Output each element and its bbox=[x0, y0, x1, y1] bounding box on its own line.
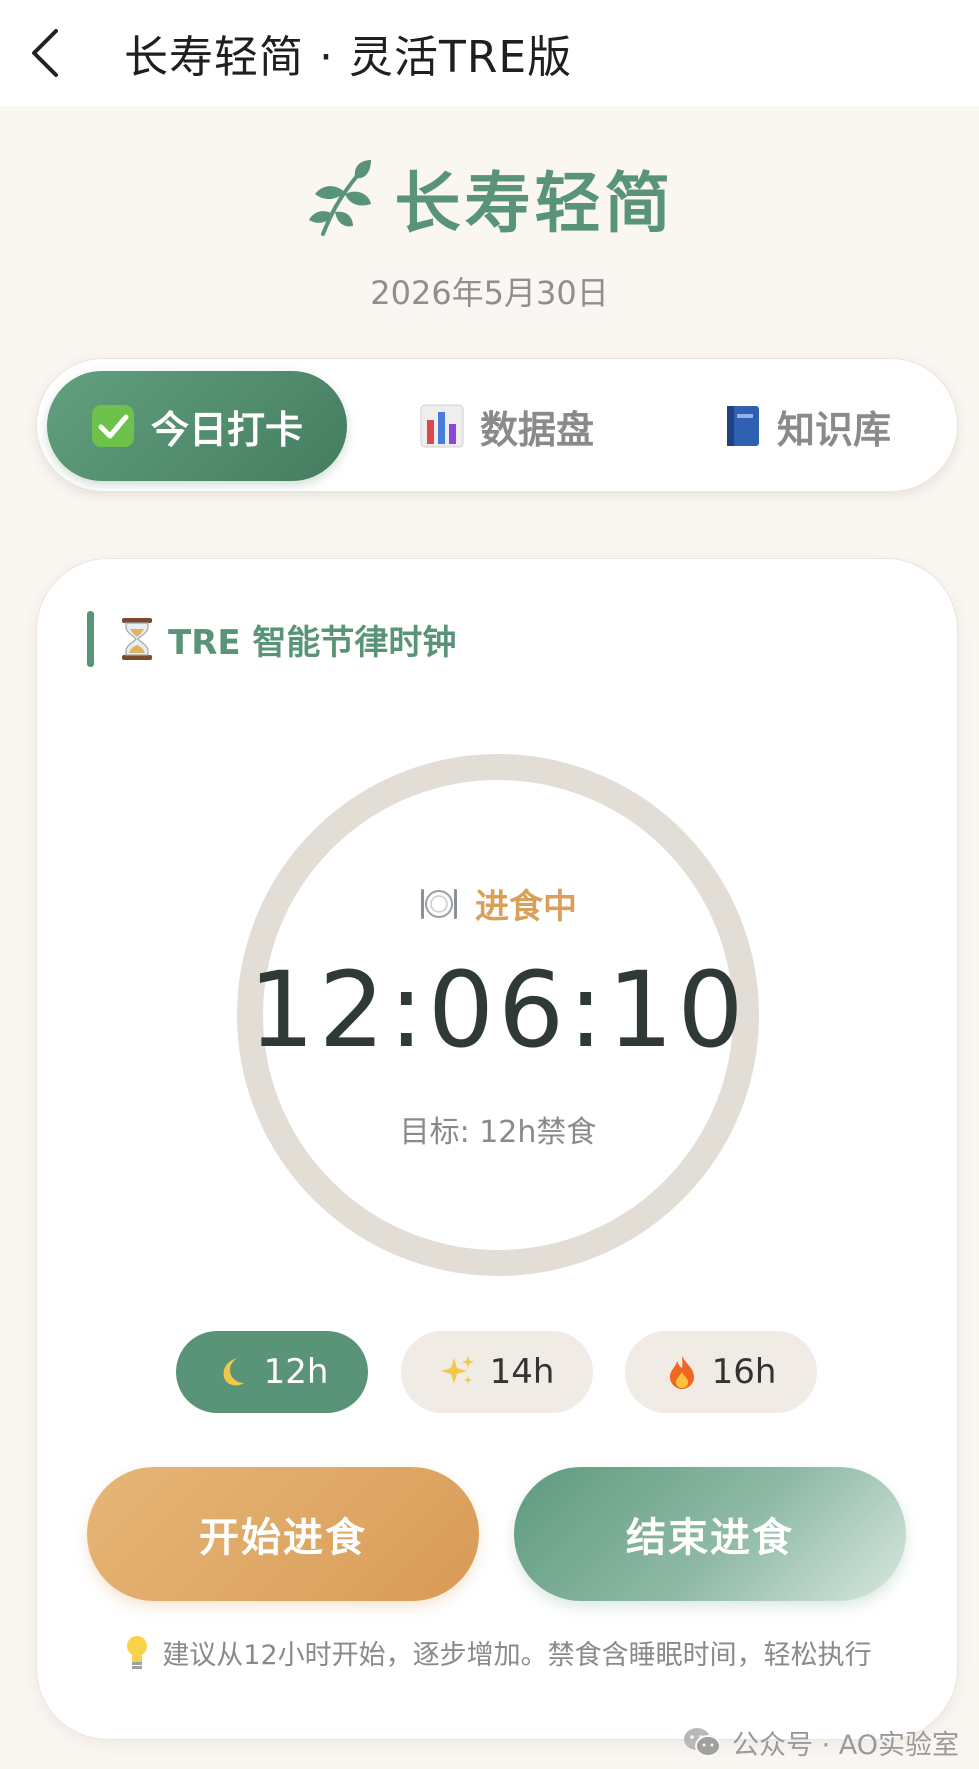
wechat-icon bbox=[684, 1728, 721, 1757]
hourglass-icon bbox=[122, 618, 152, 660]
tab-data-dashboard[interactable]: 数据盘 bbox=[392, 371, 622, 481]
watermark: 公众号 · AO实验室 bbox=[682, 1722, 959, 1762]
fire-icon bbox=[666, 1354, 698, 1390]
book-icon bbox=[723, 404, 761, 448]
start-eating-button[interactable]: 开始进食 bbox=[87, 1467, 479, 1601]
chip-label: 16h bbox=[711, 1352, 777, 1392]
top-navbar: 长寿轻简 · 灵活TRE版 bbox=[0, 0, 979, 106]
elapsed-timer: 12:06:10 bbox=[248, 949, 748, 1071]
bar-chart-icon bbox=[420, 404, 464, 448]
back-button[interactable] bbox=[0, 0, 90, 106]
tab-bar: 今日打卡 数据盘 知识库 bbox=[36, 358, 958, 492]
section-header: TRE 智能节律时钟 bbox=[87, 611, 456, 667]
chevron-left-icon bbox=[32, 29, 58, 77]
end-eating-button[interactable]: 结束进食 bbox=[514, 1467, 906, 1601]
eating-status: 进食中 bbox=[37, 879, 959, 928]
section-title: TRE 智能节律时钟 bbox=[168, 622, 457, 663]
duration-chip-16h[interactable]: 16h bbox=[625, 1331, 817, 1413]
navbar-title: 长寿轻简 · 灵活TRE版 bbox=[124, 32, 573, 83]
watermark-text: 公众号 · AO实验室 bbox=[732, 1729, 959, 1761]
plate-fork-knife-icon bbox=[421, 888, 457, 919]
tab-label: 今日打卡 bbox=[150, 407, 303, 452]
duration-chip-12h[interactable]: 12h bbox=[176, 1331, 368, 1413]
tip-text: 建议从12小时开始，逐步增加。禁食含睡眠时间，轻松执行 bbox=[162, 1640, 872, 1671]
fasting-goal: 目标: 12h禁食 bbox=[399, 1115, 597, 1150]
duration-chip-14h[interactable]: 14h bbox=[401, 1331, 593, 1413]
tab-label: 数据盘 bbox=[479, 407, 594, 452]
section-accent-bar bbox=[87, 611, 94, 667]
sparkles-icon bbox=[440, 1354, 476, 1390]
chip-label: 14h bbox=[489, 1352, 555, 1392]
status-label: 进食中 bbox=[475, 887, 577, 927]
light-bulb-icon bbox=[127, 1635, 148, 1669]
crescent-moon-icon bbox=[216, 1355, 250, 1389]
tab-label: 知识库 bbox=[776, 407, 891, 452]
current-date: 2026年5月30日 bbox=[370, 274, 609, 312]
chip-label: 12h bbox=[263, 1352, 329, 1392]
brand-header: 长寿轻简 bbox=[0, 150, 979, 246]
leaf-sprig-icon bbox=[308, 160, 371, 236]
checkmark-box-icon bbox=[91, 404, 135, 448]
tre-clock-card: TRE 智能节律时钟 进食中 12:06:10 目标: 12h禁食 12h 14… bbox=[36, 558, 958, 1740]
tip-row: 建议从12小时开始，逐步增加。禁食含睡眠时间，轻松执行 bbox=[37, 1633, 959, 1672]
brand-title: 长寿轻简 bbox=[394, 165, 675, 242]
tab-today-checkin[interactable]: 今日打卡 bbox=[47, 371, 347, 481]
tab-knowledge-base[interactable]: 知识库 bbox=[692, 371, 922, 481]
